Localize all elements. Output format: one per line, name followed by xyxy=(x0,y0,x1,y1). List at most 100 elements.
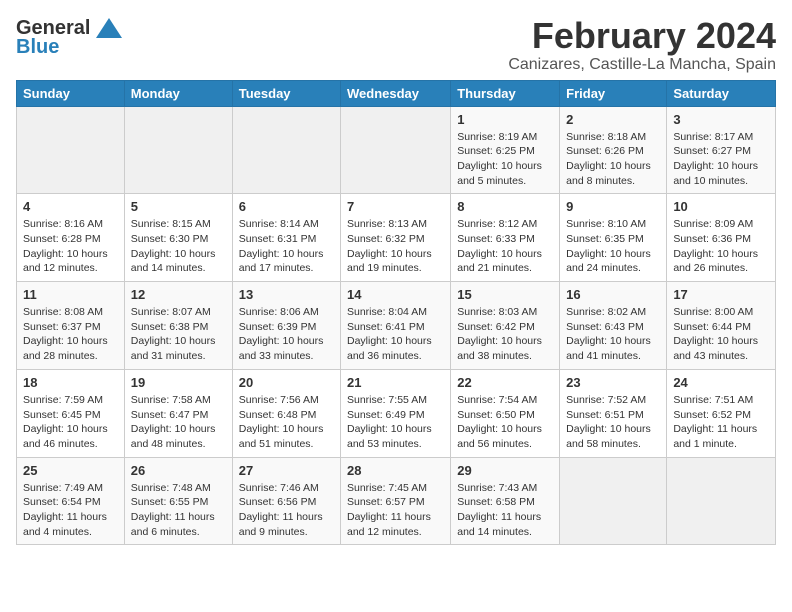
day-number: 20 xyxy=(239,375,334,390)
day-info: Sunrise: 8:18 AMSunset: 6:26 PMDaylight:… xyxy=(566,130,660,189)
calendar-cell xyxy=(17,106,125,194)
logo: General Blue xyxy=(16,16,124,59)
calendar-cell: 24 Sunrise: 7:51 AMSunset: 6:52 PMDayligh… xyxy=(667,369,776,457)
day-info: Sunrise: 8:13 AMSunset: 6:32 PMDaylight:… xyxy=(347,217,444,276)
day-info: Sunrise: 8:00 AMSunset: 6:44 PMDaylight:… xyxy=(673,305,769,364)
calendar-cell: 27 Sunrise: 7:46 AMSunset: 6:56 PMDayligh… xyxy=(232,457,340,545)
day-number: 12 xyxy=(131,287,226,302)
calendar-cell: 18 Sunrise: 7:59 AMSunset: 6:45 PMDayligh… xyxy=(17,369,125,457)
logo-blue-text: Blue xyxy=(16,36,59,59)
calendar-cell: 11 Sunrise: 8:08 AMSunset: 6:37 PMDayligh… xyxy=(17,282,125,370)
header-saturday: Saturday xyxy=(667,80,776,106)
calendar-cell: 19Sunrise: 7:58 AMSunset: 6:47 PMDayligh… xyxy=(124,369,232,457)
day-info: Sunrise: 8:07 AMSunset: 6:38 PMDaylight:… xyxy=(131,305,226,364)
header-tuesday: Tuesday xyxy=(232,80,340,106)
day-number: 19 xyxy=(131,375,226,390)
day-info: Sunrise: 8:14 AMSunset: 6:31 PMDaylight:… xyxy=(239,217,334,276)
calendar-cell: 5Sunrise: 8:15 AMSunset: 6:30 PMDaylight… xyxy=(124,194,232,282)
calendar-cell: 21 Sunrise: 7:55 AMSunset: 6:49 PMDayligh… xyxy=(341,369,451,457)
day-number: 7 xyxy=(347,199,444,214)
calendar-cell: 17 Sunrise: 8:00 AMSunset: 6:44 PMDayligh… xyxy=(667,282,776,370)
calendar-cell: 23 Sunrise: 7:52 AMSunset: 6:51 PMDayligh… xyxy=(560,369,667,457)
day-number: 14 xyxy=(347,287,444,302)
calendar-cell: 10Sunrise: 8:09 AMSunset: 6:36 PMDayligh… xyxy=(667,194,776,282)
calendar-cell: 6 Sunrise: 8:14 AMSunset: 6:31 PMDaylight… xyxy=(232,194,340,282)
day-number: 22 xyxy=(457,375,553,390)
day-info: Sunrise: 8:17 AMSunset: 6:27 PMDaylight:… xyxy=(673,130,769,189)
header-friday: Friday xyxy=(560,80,667,106)
header-sunday: Sunday xyxy=(17,80,125,106)
day-info: Sunrise: 7:49 AMSunset: 6:54 PMDaylight:… xyxy=(23,481,118,540)
day-number: 28 xyxy=(347,463,444,478)
day-number: 5 xyxy=(131,199,226,214)
day-info: Sunrise: 7:52 AMSunset: 6:51 PMDaylight:… xyxy=(566,393,660,452)
calendar-cell xyxy=(667,457,776,545)
calendar-cell: 8 Sunrise: 8:12 AMSunset: 6:33 PMDaylight… xyxy=(451,194,560,282)
day-info: Sunrise: 8:10 AMSunset: 6:35 PMDaylight:… xyxy=(566,217,660,276)
calendar-table: SundayMondayTuesdayWednesdayThursdayFrid… xyxy=(16,80,776,546)
day-number: 21 xyxy=(347,375,444,390)
day-info: Sunrise: 7:46 AMSunset: 6:56 PMDaylight:… xyxy=(239,481,334,540)
day-number: 24 xyxy=(673,375,769,390)
day-number: 16 xyxy=(566,287,660,302)
week-row-2: 11 Sunrise: 8:08 AMSunset: 6:37 PMDayligh… xyxy=(17,282,776,370)
day-number: 17 xyxy=(673,287,769,302)
calendar-cell: 28Sunrise: 7:45 AMSunset: 6:57 PMDayligh… xyxy=(341,457,451,545)
calendar-cell xyxy=(124,106,232,194)
calendar-cell: 9 Sunrise: 8:10 AMSunset: 6:35 PMDaylight… xyxy=(560,194,667,282)
calendar-cell xyxy=(560,457,667,545)
day-number: 29 xyxy=(457,463,553,478)
calendar-subtitle: Canizares, Castille-La Mancha, Spain xyxy=(508,56,776,74)
calendar-cell: 26 Sunrise: 7:48 AMSunset: 6:55 PMDayligh… xyxy=(124,457,232,545)
day-number: 3 xyxy=(673,112,769,127)
day-info: Sunrise: 8:02 AMSunset: 6:43 PMDaylight:… xyxy=(566,305,660,364)
day-info: Sunrise: 8:06 AMSunset: 6:39 PMDaylight:… xyxy=(239,305,334,364)
title-section: February 2024 Canizares, Castille-La Man… xyxy=(508,16,776,74)
calendar-cell: 15 Sunrise: 8:03 AMSunset: 6:42 PMDayligh… xyxy=(451,282,560,370)
page-header: General Blue February 2024 Canizares, Ca… xyxy=(16,16,776,74)
calendar-cell: 2 Sunrise: 8:18 AMSunset: 6:26 PMDaylight… xyxy=(560,106,667,194)
header-wednesday: Wednesday xyxy=(341,80,451,106)
day-info: Sunrise: 7:51 AMSunset: 6:52 PMDaylight:… xyxy=(673,393,769,452)
day-info: Sunrise: 7:43 AMSunset: 6:58 PMDaylight:… xyxy=(457,481,553,540)
calendar-cell: 22 Sunrise: 7:54 AMSunset: 6:50 PMDayligh… xyxy=(451,369,560,457)
day-info: Sunrise: 8:03 AMSunset: 6:42 PMDaylight:… xyxy=(457,305,553,364)
day-info: Sunrise: 7:48 AMSunset: 6:55 PMDaylight:… xyxy=(131,481,226,540)
calendar-cell: 20 Sunrise: 7:56 AMSunset: 6:48 PMDayligh… xyxy=(232,369,340,457)
logo-icon xyxy=(94,16,124,40)
day-number: 8 xyxy=(457,199,553,214)
day-number: 23 xyxy=(566,375,660,390)
day-info: Sunrise: 7:59 AMSunset: 6:45 PMDaylight:… xyxy=(23,393,118,452)
day-number: 25 xyxy=(23,463,118,478)
week-row-4: 25 Sunrise: 7:49 AMSunset: 6:54 PMDayligh… xyxy=(17,457,776,545)
calendar-cell: 16 Sunrise: 8:02 AMSunset: 6:43 PMDayligh… xyxy=(560,282,667,370)
day-info: Sunrise: 8:08 AMSunset: 6:37 PMDaylight:… xyxy=(23,305,118,364)
day-info: Sunrise: 7:55 AMSunset: 6:49 PMDaylight:… xyxy=(347,393,444,452)
day-number: 26 xyxy=(131,463,226,478)
calendar-cell: 1 Sunrise: 8:19 AMSunset: 6:25 PMDaylight… xyxy=(451,106,560,194)
day-number: 4 xyxy=(23,199,118,214)
day-number: 11 xyxy=(23,287,118,302)
calendar-cell: 12 Sunrise: 8:07 AMSunset: 6:38 PMDayligh… xyxy=(124,282,232,370)
day-number: 9 xyxy=(566,199,660,214)
week-row-0: 1 Sunrise: 8:19 AMSunset: 6:25 PMDaylight… xyxy=(17,106,776,194)
week-row-3: 18 Sunrise: 7:59 AMSunset: 6:45 PMDayligh… xyxy=(17,369,776,457)
day-info: Sunrise: 8:12 AMSunset: 6:33 PMDaylight:… xyxy=(457,217,553,276)
day-info: Sunrise: 8:16 AMSunset: 6:28 PMDaylight:… xyxy=(23,217,118,276)
day-info: Sunrise: 7:56 AMSunset: 6:48 PMDaylight:… xyxy=(239,393,334,452)
day-number: 6 xyxy=(239,199,334,214)
calendar-cell: 13Sunrise: 8:06 AMSunset: 6:39 PMDayligh… xyxy=(232,282,340,370)
day-number: 18 xyxy=(23,375,118,390)
day-info: Sunrise: 7:54 AMSunset: 6:50 PMDaylight:… xyxy=(457,393,553,452)
day-number: 2 xyxy=(566,112,660,127)
calendar-cell: 3 Sunrise: 8:17 AMSunset: 6:27 PMDaylight… xyxy=(667,106,776,194)
calendar-cell: 7 Sunrise: 8:13 AMSunset: 6:32 PMDaylight… xyxy=(341,194,451,282)
header-thursday: Thursday xyxy=(451,80,560,106)
day-info: Sunrise: 8:09 AMSunset: 6:36 PMDaylight:… xyxy=(673,217,769,276)
day-info: Sunrise: 8:19 AMSunset: 6:25 PMDaylight:… xyxy=(457,130,553,189)
day-number: 1 xyxy=(457,112,553,127)
day-number: 27 xyxy=(239,463,334,478)
calendar-cell: 29 Sunrise: 7:43 AMSunset: 6:58 PMDayligh… xyxy=(451,457,560,545)
day-number: 15 xyxy=(457,287,553,302)
week-row-1: 4 Sunrise: 8:16 AMSunset: 6:28 PMDaylight… xyxy=(17,194,776,282)
